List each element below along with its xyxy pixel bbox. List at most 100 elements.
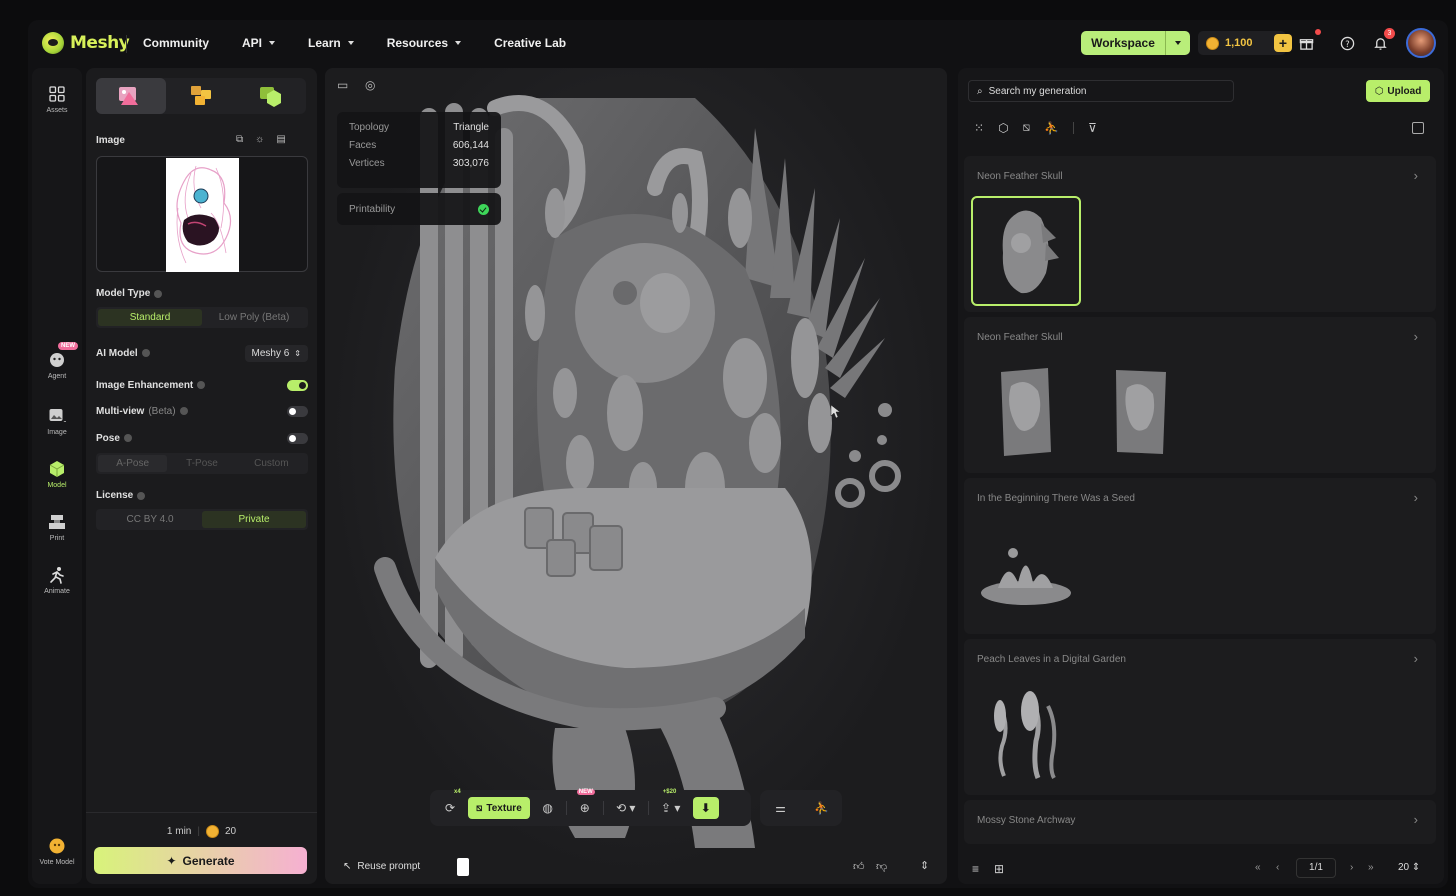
chevron-right-icon[interactable]: ›: [1414, 812, 1418, 827]
download-button[interactable]: ⬇: [692, 797, 719, 819]
expand-icon[interactable]: ⇕: [920, 859, 929, 872]
image-upload-box[interactable]: [96, 156, 308, 272]
gallery-card[interactable]: Neon Feather Skull ›: [964, 317, 1436, 473]
model-type-standard[interactable]: Standard: [98, 309, 202, 326]
generate-button[interactable]: ✦ Generate: [94, 847, 307, 874]
pose-a-pose[interactable]: A-Pose: [98, 455, 168, 472]
pose-custom[interactable]: Custom: [237, 455, 306, 472]
list-view-icon[interactable]: ≡: [972, 862, 979, 876]
license-private[interactable]: Private: [202, 511, 306, 528]
ai-model-row: AI Model Meshy 6 ⇕: [96, 344, 308, 362]
info-icon[interactable]: [197, 381, 206, 389]
gift-icon[interactable]: [1297, 34, 1315, 52]
chevron-right-icon[interactable]: ›: [1414, 651, 1418, 666]
thumbs-down-icon[interactable]: 👎︎: [876, 860, 887, 873]
remesh-icon[interactable]: ⊕ NEW: [575, 789, 595, 818]
image-section-label: Image: [96, 135, 125, 146]
nav-resources[interactable]: Resources: [387, 36, 462, 50]
retry-icon[interactable]: ⟳ x4: [440, 789, 461, 818]
printability-row[interactable]: Printability: [337, 193, 501, 225]
workspace-button[interactable]: Workspace: [1081, 31, 1190, 55]
chevron-right-icon[interactable]: ›: [1414, 329, 1418, 344]
texture-button[interactable]: ⧅ Texture: [468, 797, 530, 819]
chevron-right-icon[interactable]: ›: [1414, 168, 1418, 183]
sphere-icon[interactable]: ◍: [538, 798, 558, 818]
nav-learn[interactable]: Learn: [308, 36, 354, 50]
gallery-footer: ≡ ⊞ « ‹ 1/1 › » 20 ⇕: [958, 854, 1444, 884]
filter-icon[interactable]: ⊽: [1088, 121, 1097, 135]
nav-creative-lab[interactable]: Creative Lab: [494, 36, 566, 50]
gallery-card[interactable]: In the Beginning There Was a Seed ›: [964, 478, 1436, 634]
image-tools: ⧉ ☼ ▤: [236, 134, 286, 145]
vote-model-button[interactable]: Vote Model: [32, 836, 82, 866]
pose-t-pose[interactable]: T-Pose: [167, 455, 236, 472]
sparkle-icon: ✦: [166, 853, 177, 868]
rail-item-animate[interactable]: Animate: [32, 565, 82, 595]
nav-community[interactable]: Community: [143, 36, 209, 50]
pose-toggle[interactable]: [287, 432, 308, 444]
rail-item-model[interactable]: Model: [32, 459, 82, 489]
gallery-card[interactable]: Neon Feather Skull ›: [964, 156, 1436, 312]
filter-model-icon[interactable]: ⬡: [998, 121, 1008, 135]
tab-text-to-3d[interactable]: [236, 78, 306, 114]
arrow-up-left-icon: ↖: [343, 861, 352, 872]
help-icon[interactable]: ?: [1338, 34, 1356, 52]
tab-image-to-3d[interactable]: [96, 78, 166, 114]
info-icon[interactable]: [154, 289, 163, 298]
thumbs-up-icon[interactable]: 👍︎: [853, 860, 865, 873]
model-thumbnail[interactable]: [971, 679, 1081, 789]
rail-item-assets[interactable]: Assets: [32, 84, 82, 114]
nav-api[interactable]: API: [242, 36, 276, 50]
ai-model-select[interactable]: Meshy 6 ⇕: [244, 344, 308, 362]
rail-item-image[interactable]: + Image: [32, 406, 82, 436]
page-indicator[interactable]: 1/1: [1296, 858, 1336, 878]
rail-item-agent[interactable]: NEW Agent: [32, 342, 82, 380]
avatar[interactable]: [1406, 28, 1436, 58]
brand-name: Meshy: [70, 33, 130, 53]
next-page-icon[interactable]: ›: [1350, 862, 1353, 873]
per-page-select[interactable]: 20 ⇕: [1398, 862, 1420, 873]
model-viewport[interactable]: ▭ ◎ Topology Triangle Faces 606,144 Vert…: [325, 68, 947, 884]
chevron-right-icon[interactable]: ›: [1414, 490, 1418, 505]
license-cc-by[interactable]: CC BY 4.0: [98, 511, 202, 528]
rig-icon[interactable]: ⟲ ▾: [612, 798, 640, 818]
add-credits-button[interactable]: +: [1274, 34, 1292, 52]
animate-icon[interactable]: ⛹: [812, 798, 832, 818]
search-input[interactable]: ⌕ Search my generation: [968, 80, 1234, 102]
workspace-dropdown[interactable]: [1165, 31, 1190, 55]
gallery-card[interactable]: Mossy Stone Archway ›: [964, 800, 1436, 844]
prompt-thumbnail[interactable]: [457, 858, 469, 876]
upload-button[interactable]: ⬡ Upload: [1366, 80, 1430, 102]
logo[interactable]: Meshy: [42, 32, 130, 54]
delete-icon[interactable]: ▤: [276, 134, 285, 145]
image-enhancement-toggle[interactable]: [287, 379, 308, 391]
info-icon[interactable]: [137, 491, 146, 500]
credits-display[interactable]: 1,100: [1198, 31, 1286, 55]
info-icon[interactable]: [179, 407, 188, 415]
info-icon[interactable]: [123, 434, 132, 442]
last-page-icon[interactable]: »: [1368, 862, 1374, 873]
3d-model-render: [374, 95, 901, 848]
filter-animate-icon[interactable]: ⛹: [1044, 121, 1059, 135]
rail-item-print[interactable]: Print: [32, 512, 82, 542]
adjust-icon[interactable]: ⚌: [771, 798, 791, 818]
filter-all-icon[interactable]: ⁙: [974, 121, 984, 135]
grid-view-icon[interactable]: ⊞: [994, 862, 1004, 876]
model-thumbnail[interactable]: [971, 196, 1081, 306]
gallery-card[interactable]: Peach Leaves in a Digital Garden ›: [964, 639, 1436, 795]
select-mode-icon[interactable]: [1412, 122, 1424, 134]
model-thumbnail[interactable]: [1086, 357, 1196, 467]
filter-texture-icon[interactable]: ⧅: [1023, 120, 1031, 135]
model-thumbnail[interactable]: [971, 518, 1081, 628]
info-icon[interactable]: [141, 349, 150, 357]
first-page-icon[interactable]: «: [1255, 862, 1261, 873]
reuse-prompt-button[interactable]: ↖ Reuse prompt: [343, 861, 420, 872]
crop-icon[interactable]: ⧉: [236, 134, 243, 145]
tab-multi-image[interactable]: [166, 78, 236, 114]
light-icon[interactable]: ☼: [255, 134, 264, 145]
prev-page-icon[interactable]: ‹: [1276, 862, 1279, 873]
multiview-toggle[interactable]: [287, 405, 308, 417]
model-thumbnail[interactable]: [971, 357, 1081, 467]
model-type-low-poly[interactable]: Low Poly (Beta): [202, 309, 306, 326]
export-icon[interactable]: ⇪ ▾ +$20: [657, 789, 685, 818]
